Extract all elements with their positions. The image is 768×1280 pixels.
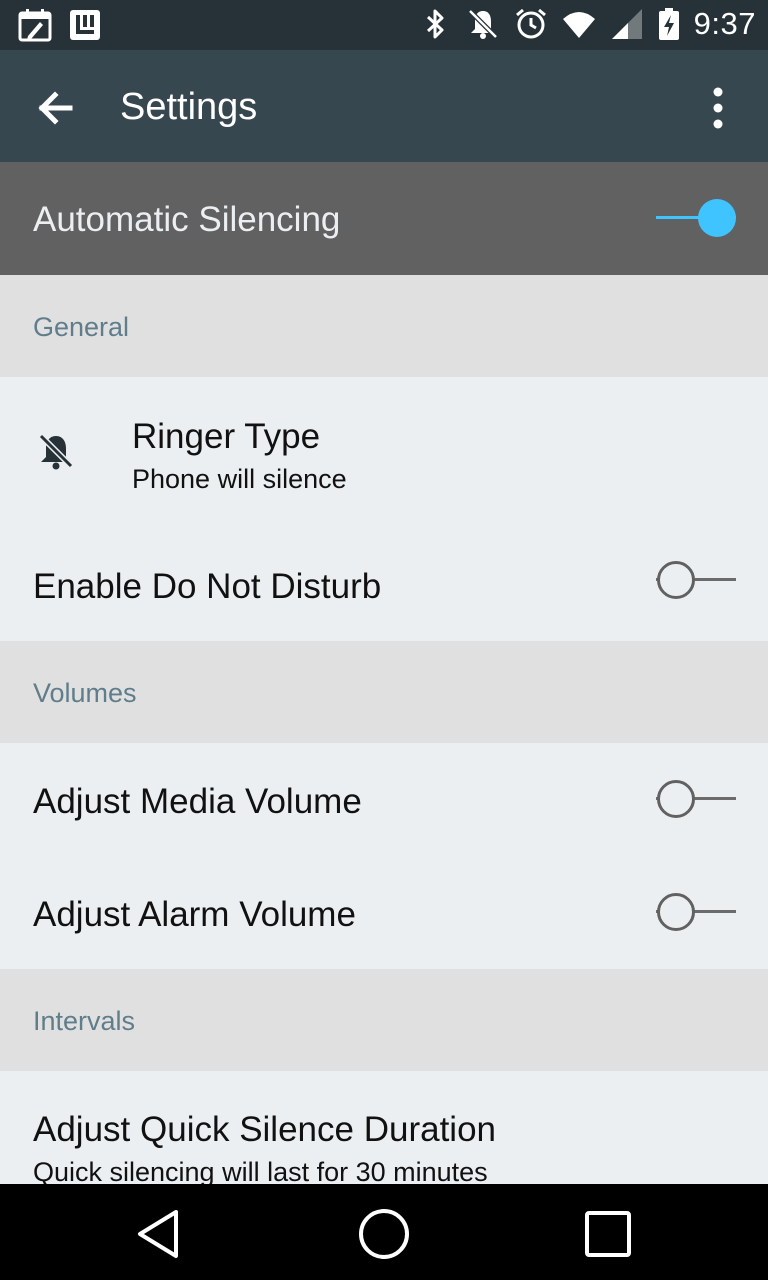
dnd-title: Enable Do Not Disturb (33, 567, 382, 606)
dnd-switch[interactable] (656, 559, 738, 601)
section-header-intervals: Intervals (0, 969, 768, 1071)
bluetooth-icon (426, 9, 444, 39)
quick-silence-title: Adjust Quick Silence Duration (33, 1110, 496, 1149)
quick-silence-row[interactable]: Adjust Quick Silence Duration Quick sile… (0, 1071, 768, 1184)
switch-thumb (698, 199, 736, 237)
switch-thumb (657, 893, 695, 931)
alarm-volume-title: Adjust Alarm Volume (33, 895, 356, 934)
home-circle-icon[interactable] (354, 1204, 414, 1264)
automatic-silencing-switch[interactable] (656, 197, 738, 239)
alarm-volume-row[interactable]: Adjust Alarm Volume (0, 856, 768, 969)
app-bar: Settings (0, 50, 768, 162)
section-header-volumes: Volumes (0, 641, 768, 743)
ringer-type-subtitle: Phone will silence (132, 464, 347, 494)
alarm-icon (515, 8, 546, 39)
recents-square-icon[interactable] (578, 1204, 638, 1264)
master-switch-label: Automatic Silencing (33, 200, 341, 239)
notifications-off-icon (467, 9, 498, 39)
bell-off-icon (38, 433, 74, 470)
more-vert-icon[interactable] (698, 80, 738, 136)
switch-thumb (657, 780, 695, 818)
arrow-back-icon[interactable] (28, 80, 84, 136)
page-title: Settings (120, 86, 258, 128)
signal-icon (611, 9, 642, 39)
status-bar: 9:37 (0, 0, 768, 50)
master-switch-row[interactable]: Automatic Silencing (0, 162, 768, 275)
dnd-row[interactable]: Enable Do Not Disturb (0, 528, 768, 641)
navigation-bar (0, 1184, 768, 1280)
battery-charging-icon (658, 8, 679, 40)
media-volume-switch[interactable] (656, 778, 738, 820)
ringer-type-row[interactable]: Ringer Type Phone will silence (0, 377, 768, 528)
section-header-label: Intervals (33, 1006, 136, 1036)
ringer-type-title: Ringer Type (132, 417, 321, 456)
media-volume-row[interactable]: Adjust Media Volume (0, 743, 768, 856)
switch-thumb (657, 561, 695, 599)
back-triangle-icon[interactable] (128, 1204, 188, 1264)
alarm-volume-switch[interactable] (656, 891, 738, 933)
media-volume-title: Adjust Media Volume (33, 782, 362, 821)
status-time: 9:37 (693, 6, 756, 41)
calendar-edit-icon (18, 9, 52, 42)
section-header-label: Volumes (33, 678, 137, 708)
wifi-icon (562, 12, 595, 38)
quick-silence-subtitle: Quick silencing will last for 30 minutes (33, 1157, 488, 1184)
section-header-label: General (33, 312, 130, 342)
section-header-general: General (0, 275, 768, 377)
launcher-icon (70, 10, 100, 40)
